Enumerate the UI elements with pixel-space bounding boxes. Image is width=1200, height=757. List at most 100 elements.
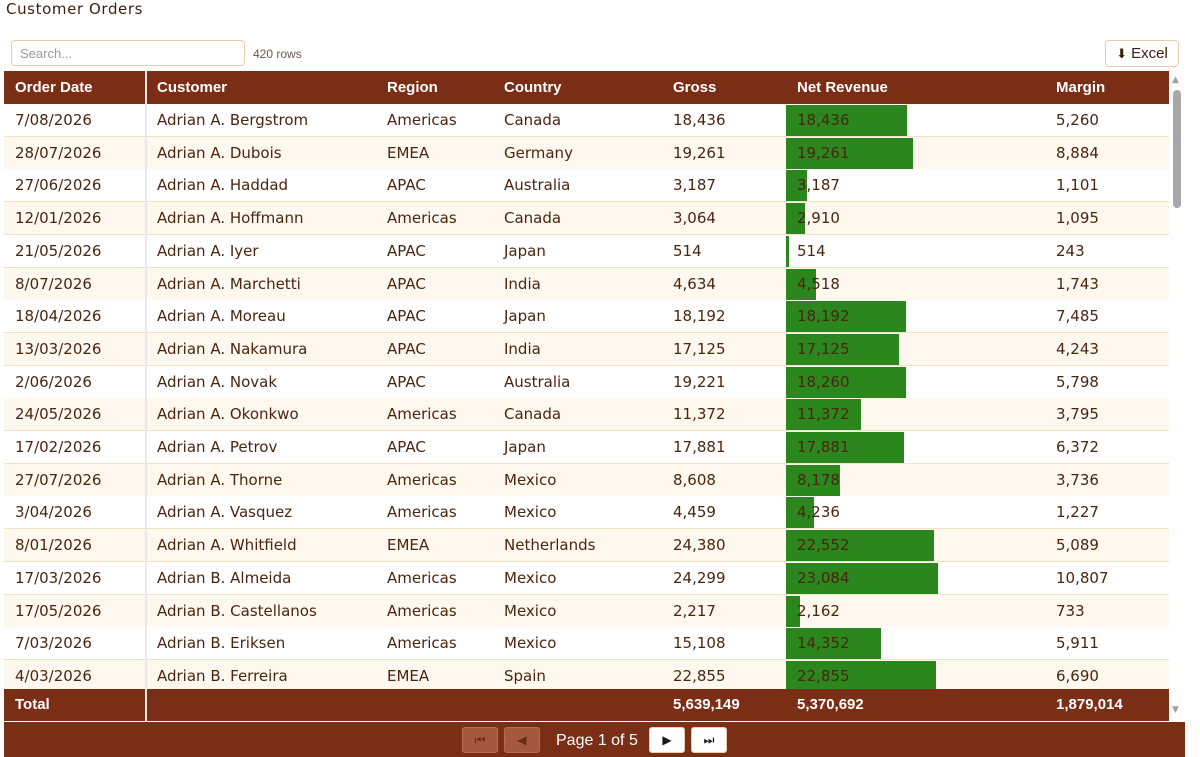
cell-net-revenue: 14,352 — [797, 634, 850, 653]
cell-order-date: 7/03/2026 — [15, 634, 92, 653]
first-page-icon: ⏮ — [474, 732, 486, 747]
frozen-column-divider — [145, 104, 147, 137]
cell-region: Americas — [387, 111, 457, 129]
header-region[interactable]: Region — [387, 71, 438, 104]
cell-net-revenue: 4,236 — [797, 503, 840, 522]
table-row[interactable]: 27/07/2026 Adrian A. Thorne Americas Mexico… — [4, 463, 1169, 497]
table-row[interactable]: 24/05/2026 Adrian A. Okonkwo Americas Canad… — [4, 398, 1169, 432]
first-page-button[interactable]: ⏮ — [462, 727, 498, 753]
cell-net-revenue: 2,910 — [797, 209, 840, 228]
grid-header: Order Date Customer Region Country Gross… — [4, 71, 1169, 104]
cell-gross: 514 — [673, 241, 702, 260]
next-page-button[interactable]: ▶ — [649, 727, 685, 753]
next-page-icon: ▶ — [662, 733, 672, 747]
table-row[interactable]: 27/06/2026 Adrian A. Haddad APAC Australia 3… — [4, 169, 1169, 203]
table-row[interactable]: 13/03/2026 Adrian A. Nakamura APAC India 17,… — [4, 332, 1169, 366]
cell-gross: 18,192 — [673, 307, 726, 326]
table-row[interactable]: 17/05/2026 Adrian B. Castellanos Americas M… — [4, 594, 1169, 628]
frozen-column-divider — [145, 627, 147, 661]
cell-customer: Adrian A. Okonkwo — [157, 405, 299, 424]
cell-order-date: 27/06/2026 — [15, 176, 102, 195]
frozen-column-divider — [145, 300, 147, 334]
last-page-icon: ⏭ — [703, 732, 715, 747]
search-input[interactable] — [11, 40, 245, 66]
orders-grid: Order Date Customer Region Country Gross… — [4, 71, 1169, 721]
cell-country: India — [504, 339, 541, 358]
last-page-button[interactable]: ⏭ — [691, 727, 727, 753]
cell-net-revenue: 18,436 — [797, 111, 850, 129]
table-row[interactable]: 4/03/2026 Adrian B. Ferreira EMEA Spain 22,8… — [4, 659, 1169, 689]
cell-net-revenue: 18,260 — [797, 372, 850, 391]
cell-net-revenue: 4,518 — [797, 274, 840, 293]
frozen-column-divider — [145, 496, 147, 530]
table-row[interactable]: 17/03/2026 Adrian B. Almeida Americas Mexic… — [4, 561, 1169, 595]
cell-net-revenue: 18,192 — [797, 307, 850, 326]
previous-page-button[interactable]: ◀ — [504, 727, 540, 753]
page-title: Customer Orders — [6, 0, 144, 18]
previous-page-icon: ◀ — [517, 733, 527, 747]
cell-region: APAC — [387, 438, 426, 456]
table-row[interactable]: 21/05/2026 Adrian A. Iyer APAC Japan 514 514 2… — [4, 234, 1169, 268]
cell-gross: 2,217 — [673, 601, 716, 620]
table-row[interactable]: 7/08/2026 Adrian A. Bergstrom Americas Cana… — [4, 104, 1169, 137]
cell-region: Americas — [387, 634, 457, 653]
table-row[interactable]: 12/01/2026 Adrian A. Hoffmann Americas Cana… — [4, 202, 1169, 236]
cell-gross: 24,380 — [673, 536, 726, 555]
frozen-column-divider — [145, 659, 147, 689]
scroll-up-icon[interactable]: ▲ — [1172, 75, 1179, 85]
cell-region: EMEA — [387, 143, 430, 162]
table-row[interactable]: 8/01/2026 Adrian A. Whitfield EMEA Netherla… — [4, 529, 1169, 563]
cell-customer: Adrian A. Nakamura — [157, 339, 308, 358]
cell-gross: 15,108 — [673, 634, 726, 653]
cell-gross: 24,299 — [673, 568, 726, 587]
cell-customer: Adrian B. Ferreira — [157, 666, 288, 685]
totals-label: Total — [15, 696, 50, 713]
frozen-column-divider — [145, 463, 147, 497]
download-arrow-icon: ⬇ — [1116, 45, 1128, 61]
frozen-column-divider — [145, 136, 147, 170]
cell-net-revenue: 3,187 — [797, 176, 840, 195]
table-row[interactable]: 28/07/2026 Adrian A. Dubois EMEA Germany 19,… — [4, 136, 1169, 170]
table-row[interactable]: 3/04/2026 Adrian A. Vasquez Americas Mexico… — [4, 496, 1169, 530]
cell-margin: 5,089 — [1056, 536, 1099, 555]
cell-margin: 8,884 — [1056, 143, 1099, 162]
cell-margin: 1,095 — [1056, 209, 1099, 228]
header-net-revenue[interactable]: Net Revenue — [797, 71, 888, 104]
cell-gross: 17,125 — [673, 339, 726, 358]
cell-order-date: 28/07/2026 — [15, 143, 102, 162]
table-row[interactable]: 17/02/2026 Adrian A. Petrov APAC Japan 17,88… — [4, 431, 1169, 464]
header-gross[interactable]: Gross — [673, 71, 716, 104]
totals-row: Total 5,639,149 5,370,692 1,879,014 — [4, 689, 1169, 721]
cell-gross: 11,372 — [673, 405, 726, 424]
cell-customer: Adrian A. Whitfield — [157, 536, 297, 555]
cell-margin: 7,485 — [1056, 307, 1099, 326]
cell-margin: 4,243 — [1056, 339, 1099, 358]
cell-region: Americas — [387, 209, 457, 228]
cell-region: EMEA — [387, 666, 430, 685]
header-order-date[interactable]: Order Date — [15, 71, 93, 104]
cell-region: Americas — [387, 503, 457, 522]
scrollbar-thumb[interactable] — [1173, 90, 1181, 208]
cell-region: APAC — [387, 176, 426, 195]
cell-country: Mexico — [504, 634, 557, 653]
frozen-column-divider — [145, 332, 147, 366]
cell-net-revenue: 22,552 — [797, 536, 850, 555]
cell-region: APAC — [387, 307, 426, 326]
table-row[interactable]: 18/04/2026 Adrian A. Moreau APAC Japan 18,19… — [4, 300, 1169, 334]
header-margin[interactable]: Margin — [1056, 71, 1105, 104]
table-row[interactable]: 7/03/2026 Adrian B. Eriksen Americas Mexico… — [4, 627, 1169, 661]
header-country[interactable]: Country — [504, 71, 562, 104]
cell-margin: 1,227 — [1056, 503, 1099, 522]
cell-margin: 5,911 — [1056, 634, 1099, 653]
header-customer[interactable]: Customer — [157, 71, 227, 104]
pagination-bar: ⏮ ◀ Page 1 of 5 ▶ ⏭ — [4, 722, 1185, 757]
cell-country: Germany — [504, 143, 573, 162]
table-row[interactable]: 2/06/2026 Adrian A. Novak APAC Australia 19,… — [4, 365, 1169, 399]
cell-order-date: 27/07/2026 — [15, 470, 102, 489]
excel-export-button[interactable]: ⬇ Excel — [1105, 40, 1179, 67]
table-row[interactable]: 8/07/2026 Adrian A. Marchetti APAC India 4,6… — [4, 267, 1169, 301]
cell-country: Netherlands — [504, 536, 596, 555]
vertical-scrollbar[interactable]: ▲ ▼ — [1169, 71, 1185, 721]
frozen-column-divider — [145, 234, 147, 268]
scroll-down-icon[interactable]: ▼ — [1172, 705, 1179, 715]
